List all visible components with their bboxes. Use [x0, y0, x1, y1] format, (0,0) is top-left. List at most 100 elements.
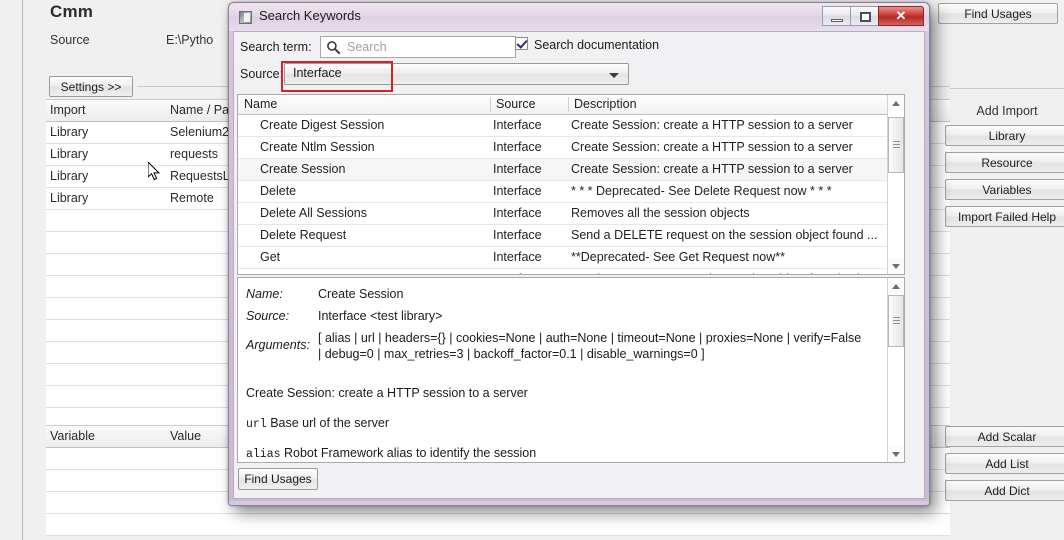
cell-description: Send a GET request on the session object…	[571, 269, 896, 274]
detail-doc-line-1: Create Session: create a HTTP session to…	[246, 386, 528, 400]
table-row[interactable]: Create Digest Session Interface Create S…	[238, 115, 904, 137]
cell-description: * * * Deprecated- See Delete Request now…	[571, 184, 832, 198]
side-panel-divider	[950, 88, 1064, 89]
detail-arguments-line-1: [ alias | url | headers={} | cookies=Non…	[318, 331, 862, 345]
search-documentation-checkbox[interactable]	[515, 37, 528, 50]
detail-doc-code-url: url	[246, 418, 267, 431]
settings-button[interactable]: Settings >>	[49, 76, 133, 97]
add-import-resource-button[interactable]: Resource	[945, 152, 1064, 173]
dialog-body: Search term: Search Search documentation…	[233, 31, 925, 499]
table-row[interactable]: Delete Request Interface Send a DELETE r…	[238, 225, 904, 247]
cell-import: Library	[50, 147, 89, 161]
column-divider[interactable]	[568, 97, 569, 112]
find-usages-button[interactable]: Find Usages	[238, 468, 318, 490]
screen: Cmm Source E:\Pytho Settings >> Import N…	[0, 0, 1064, 540]
search-icon	[327, 41, 341, 55]
cell-source: Interface	[493, 250, 542, 264]
source-value: E:\Pytho	[166, 33, 214, 47]
detail-doc-code-alias: alias	[246, 448, 281, 461]
cell-source: Interface	[493, 206, 542, 220]
chevron-down-icon[interactable]	[609, 73, 619, 78]
dialog-title: Search Keywords	[259, 8, 361, 23]
detail-doc-line-3: alias Robot Framework alias to identify …	[246, 446, 536, 461]
source-combobox[interactable]: Interface	[284, 63, 629, 85]
dialog-titlebar[interactable]: Search Keywords ✕	[229, 3, 929, 31]
cell-description: **Deprecated- See Get Request now**	[571, 250, 786, 264]
add-import-variables-button[interactable]: Variables	[945, 179, 1064, 200]
search-term-label: Search term:	[240, 40, 312, 54]
add-import-label: Add Import	[976, 104, 1038, 118]
detail-doc-text-url: Base url of the server	[270, 416, 390, 430]
cell-description: Send a DELETE request on the session obj…	[571, 228, 878, 242]
column-header-import[interactable]: Import	[50, 100, 170, 121]
detail-name-value: Create Session	[318, 287, 404, 301]
source-combobox-value: Interface	[293, 66, 342, 80]
cell-name: Create Session	[260, 162, 346, 176]
cell-import: Library	[50, 125, 89, 139]
maximize-icon[interactable]	[850, 6, 879, 26]
cell-import: Library	[50, 191, 89, 205]
source-label: Source	[50, 33, 90, 47]
results-scrollbar-thumb[interactable]	[888, 117, 904, 173]
cell-name: Delete	[260, 184, 297, 198]
search-keywords-dialog: Search Keywords ✕ Search term: Search Se…	[228, 2, 930, 506]
cell-source: Interface	[493, 228, 542, 242]
keyword-detail-pane: Name: Create Session Source: Interface <…	[237, 277, 905, 463]
search-input[interactable]: Search	[320, 36, 516, 58]
cell-name: Get	[260, 250, 281, 264]
table-row-selected[interactable]: Create Session Interface Create Session:…	[238, 159, 904, 181]
detail-scrollbar-thumb[interactable]	[888, 295, 904, 347]
table-row[interactable]: Create Ntlm Session Interface Create Ses…	[238, 137, 904, 159]
scroll-down-arrow-icon[interactable]	[888, 258, 904, 274]
column-divider[interactable]	[490, 97, 491, 112]
table-row-empty[interactable]	[46, 514, 971, 536]
column-header-description[interactable]: Description	[574, 95, 637, 114]
table-row[interactable]: Get Request Interface Send a GET request…	[238, 269, 904, 274]
column-header-name[interactable]: Name	[244, 95, 277, 114]
cell-name: Delete Request	[260, 228, 347, 242]
detail-doc-line-2: url Base url of the server	[246, 416, 389, 431]
scroll-up-arrow-icon[interactable]	[888, 95, 904, 111]
detail-arguments-value: [ alias | url | headers={} | cookies=Non…	[318, 330, 878, 362]
cell-name: Create Ntlm Session	[260, 140, 375, 154]
add-dict-button[interactable]: Add Dict	[945, 480, 1064, 501]
page-title: Cmm	[50, 2, 94, 21]
scroll-up-arrow-icon[interactable]	[888, 278, 904, 294]
cell-source: Interface	[493, 140, 542, 154]
table-row[interactable]: Get Interface **Deprecated- See Get Requ…	[238, 247, 904, 269]
detail-doc-text-alias: Robot Framework alias to identify the se…	[284, 446, 537, 460]
cell-description: Create Session: create a HTTP session to…	[571, 140, 853, 154]
source-label: Source:	[240, 67, 284, 81]
add-import-library-button[interactable]: Library	[945, 125, 1064, 146]
cell-source: Interface	[493, 184, 542, 198]
minimize-icon[interactable]	[822, 6, 851, 26]
side-panel: Find Usages Add Import Library Resource …	[938, 0, 1064, 540]
find-usages-side-button[interactable]: Find Usages	[938, 3, 1058, 24]
cell-import: Library	[50, 169, 89, 183]
results-scrollbar[interactable]	[887, 95, 904, 274]
window-controls: ✕	[822, 6, 924, 27]
cell-description: Create Session: create a HTTP session to…	[571, 162, 853, 176]
column-header-source[interactable]: Source	[496, 95, 536, 114]
cell-name: Delete All Sessions	[260, 206, 368, 220]
cell-description: Create Session: create a HTTP session to…	[571, 118, 853, 132]
detail-name-label: Name:	[246, 287, 283, 301]
table-row[interactable]: Delete Interface * * * Deprecated- See D…	[238, 181, 904, 203]
cell-description: Removes all the session objects	[571, 206, 750, 220]
detail-arguments-line-2: | debug=0 | max_retries=3 | backoff_fact…	[318, 347, 705, 361]
table-row[interactable]: Delete All Sessions Interface Removes al…	[238, 203, 904, 225]
add-list-button[interactable]: Add List	[945, 453, 1064, 474]
add-scalar-button[interactable]: Add Scalar	[945, 426, 1064, 447]
detail-scrollbar[interactable]	[887, 278, 904, 462]
import-failed-help-button[interactable]: Import Failed Help	[945, 206, 1064, 227]
results-table-header: Name Source Description	[238, 95, 904, 115]
cell-name: Create Digest Session	[260, 118, 385, 132]
cell-name: Get Request	[260, 269, 490, 274]
scroll-down-arrow-icon[interactable]	[888, 446, 904, 462]
column-header-variable[interactable]: Variable	[50, 426, 170, 447]
search-input-placeholder: Search	[347, 40, 387, 54]
app-window-icon	[239, 11, 252, 24]
cell-source: Interface	[493, 162, 542, 176]
keyword-results-table: Name Source Description Create Digest Se…	[237, 94, 905, 275]
close-icon[interactable]: ✕	[878, 6, 924, 26]
